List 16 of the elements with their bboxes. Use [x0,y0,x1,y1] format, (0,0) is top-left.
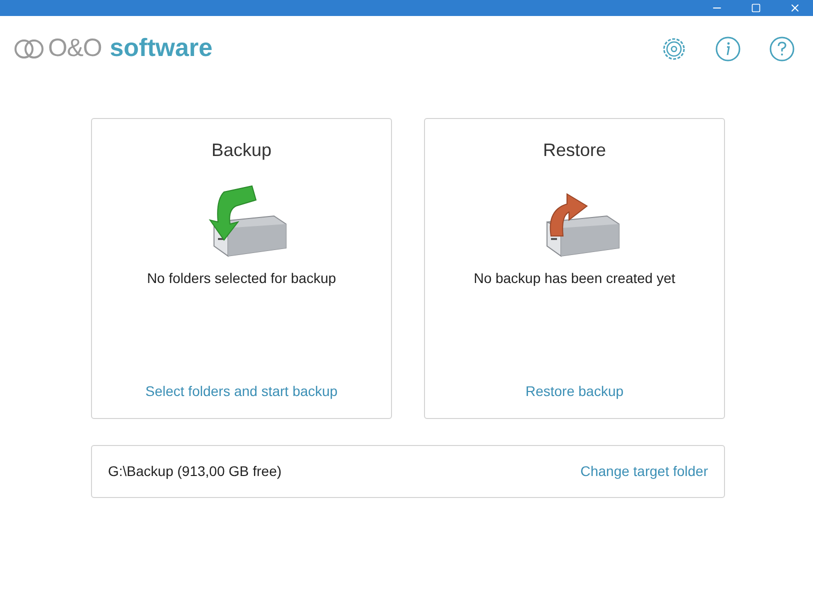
target-path: G:\Backup (913,00 GB free) [108,462,282,481]
maximize-icon[interactable] [751,3,761,13]
card-message: No backup has been created yet [474,268,676,288]
logo-word: software [110,33,213,64]
settings-icon[interactable] [661,36,687,62]
close-icon[interactable] [789,2,801,14]
card-title: Backup [211,138,272,162]
card-message: No folders selected for backup [146,268,336,288]
help-icon[interactable] [769,36,795,62]
card-title: Restore [542,138,606,162]
change-target-link[interactable]: Change target folder [580,460,708,482]
card-link[interactable]: Restore backup [525,380,624,402]
rings-logo-icon [14,38,44,60]
logo-brand: O&O [48,33,102,64]
info-icon[interactable] [715,36,741,62]
card-link[interactable]: Select folders and start backup [145,380,338,402]
